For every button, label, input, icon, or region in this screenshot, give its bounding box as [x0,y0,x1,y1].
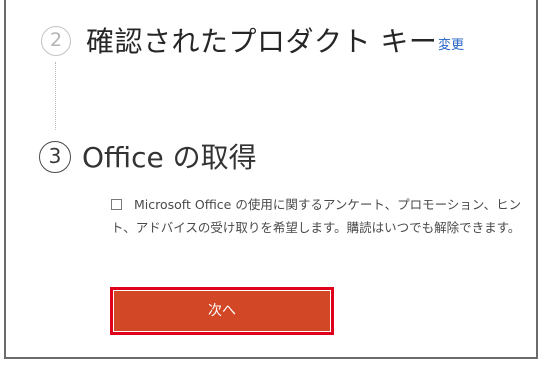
marketing-consent: Microsoft Office の使用に関するアンケート、プロモーション、ヒン… [111,193,531,239]
next-button[interactable]: 次へ [114,291,330,331]
marketing-consent-checkbox[interactable] [111,199,122,210]
step-connector-line [55,62,56,130]
change-product-key-link[interactable]: 変更 [438,34,464,53]
marketing-consent-label: Microsoft Office の使用に関するアンケート、プロモーション、ヒン… [111,197,522,235]
step-number-3: 3 [39,141,71,173]
step-number-2: 2 [41,26,71,56]
step-2-title: 確認されたプロダクト キー [86,25,438,58]
setup-panel: 2 確認されたプロダクト キー 変更 3 Office の取得 Microsof… [4,0,538,359]
step-3-title: Office の取得 [82,141,257,174]
